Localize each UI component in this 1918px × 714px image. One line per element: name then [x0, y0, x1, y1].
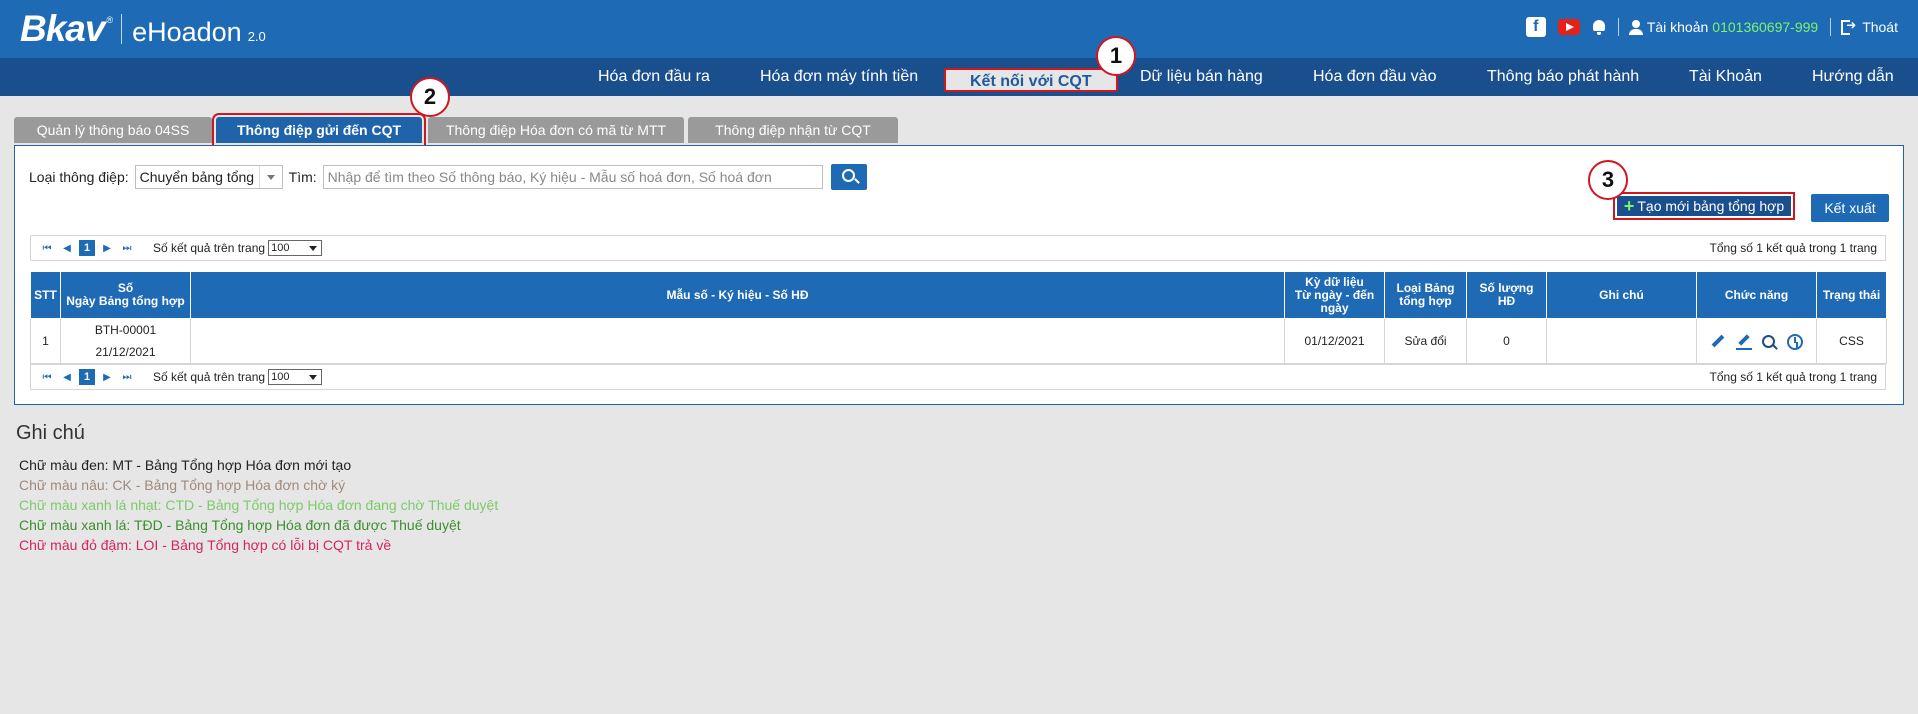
cell-stt: 1 [30, 318, 61, 364]
pager-bottom: ⏮ ◀ 1 ▶ ⏭ Số kết quả trên trang 100 Tổng… [30, 364, 1886, 390]
note-line: Chữ màu nâu: CK - Bảng Tổng hợp Hóa đơn … [19, 477, 346, 493]
account-label[interactable]: Tài khoản [1647, 19, 1708, 35]
product-name: eHoadon [132, 17, 242, 47]
table-row: 1 BTH-00001 21/12/2021 01/12/2021 Sửa đổi… [30, 318, 1887, 364]
note-line: Chữ màu đen: MT - Bảng Tổng hợp Hóa đơn … [19, 457, 352, 473]
message-type-select[interactable]: Chuyển bảng tổng [134, 165, 283, 189]
nav-item-du-lieu-ban-hang[interactable]: Dữ liệu bán hàng [1140, 62, 1263, 92]
per-page-label: Số kết quả trên trang [153, 241, 266, 255]
nav-item-tai-khoan[interactable]: Tài Khoản [1689, 62, 1762, 92]
nav-item-hoa-don-dau-vao[interactable]: Hóa đơn đầu vào [1313, 62, 1436, 92]
next-page-icon[interactable]: ▶ [99, 240, 115, 256]
first-page-icon[interactable]: ⏮ [39, 369, 55, 385]
cell-so-luong: 0 [1466, 318, 1547, 364]
col-ghi-chu: Ghi chú [1546, 271, 1697, 319]
header-divider [1617, 18, 1619, 36]
legend-notes: Ghi chú Chữ màu đen: MT - Bảng Tổng hợp … [16, 422, 498, 555]
create-summary-label: Tạo mới bảng tổng hợp [1637, 198, 1785, 214]
nav-item-huong-dan[interactable]: Hướng dẫn [1812, 62, 1894, 92]
summary-table: STT Số Ngày Bảng tổng hợp Mẫu số - Ký hiệ… [30, 271, 1887, 364]
main-nav: Hóa đơn đầu ra Hóa đơn máy tính tiền Kết… [0, 58, 1918, 96]
total-results: Tổng số 1 kết quả trong 1 trang [1709, 370, 1877, 384]
header-tools: f Tài khoản 0101360697-999 Thoát [1514, 17, 1898, 37]
col-so-luong: Số lượng HĐ [1466, 271, 1547, 319]
nav-item-hoa-don-may-tinh-tien[interactable]: Hóa đơn máy tính tiền [760, 62, 918, 92]
cell-trang-thai: CSS [1816, 318, 1887, 364]
logout-icon[interactable] [1841, 18, 1856, 35]
brand-name: Bkav [20, 8, 105, 49]
total-results: Tổng số 1 kết quả trong 1 trang [1709, 241, 1877, 255]
page-number[interactable]: 1 [79, 240, 95, 256]
message-type-label: Loại thông điệp: [29, 169, 129, 185]
pager-controls: ⏮ ◀ 1 ▶ ⏭ Số kết quả trên trang 100 [39, 369, 323, 385]
product-version: 2.0 [247, 29, 266, 44]
col-stt: STT [30, 271, 61, 319]
col-mau-so: Mẫu số - Ký hiệu - Số HĐ [190, 271, 1285, 319]
cell-ghi-chu [1546, 318, 1697, 364]
col-chuc-nang: Chức năng [1696, 271, 1817, 319]
header-divider [1830, 18, 1832, 36]
search-input[interactable] [322, 165, 823, 189]
col-so: Số Ngày Bảng tổng hợp [60, 271, 191, 319]
nav-item-hoa-don-dau-ra[interactable]: Hóa đơn đầu ra [598, 62, 710, 92]
last-page-icon[interactable]: ⏭ [119, 369, 135, 385]
youtube-icon[interactable] [1557, 19, 1580, 35]
app-logo[interactable]: Bkav ® eHoadon 2.0 [20, 8, 266, 50]
history-icon[interactable] [1786, 333, 1803, 350]
tab-thong-diep-nhan-cqt[interactable]: Thông điệp nhận từ CQT [688, 117, 898, 143]
account-value[interactable]: 0101360697-999 [1712, 19, 1818, 35]
note-line: Chữ màu xanh lá nhạt: CTD - Bảng Tổng hợ… [19, 497, 499, 513]
next-page-icon[interactable]: ▶ [99, 369, 115, 385]
step-badge-2: 2 [410, 77, 450, 117]
chevron-down-icon[interactable] [258, 166, 282, 188]
nav-item-thong-bao-phat-hanh[interactable]: Thông báo phát hành [1487, 62, 1639, 92]
cell-loai: Sửa đổi [1384, 318, 1467, 364]
registered-mark: ® [106, 15, 114, 25]
step-badge-1: 1 [1096, 36, 1136, 76]
pager-top: ⏮ ◀ 1 ▶ ⏭ Số kết quả trên trang 100 Tổng… [30, 235, 1886, 261]
cell-actions [1696, 318, 1817, 364]
page-number[interactable]: 1 [79, 369, 95, 385]
sign-icon[interactable] [1735, 334, 1752, 350]
create-summary-button[interactable]: + Tạo mới bảng tổng hợp [1613, 192, 1795, 220]
plus-icon: + [1623, 195, 1635, 216]
col-loai: Loại Bảng tổng hợp [1384, 271, 1467, 319]
note-line: Chữ màu đỏ đậm: LOI - Bảng Tổng hợp có l… [19, 537, 392, 553]
logo-divider [121, 14, 123, 44]
cell-ky: 01/12/2021 [1284, 318, 1385, 364]
tab-thong-diep-mtt[interactable]: Thông điệp Hóa đơn có mã từ MTT [428, 117, 684, 143]
filter-bar: Loại thông điệp: Chuyển bảng tổng Tìm: [29, 164, 867, 190]
per-page-select[interactable]: 100 [268, 240, 323, 256]
export-button[interactable]: Kết xuất [1811, 194, 1889, 222]
prev-page-icon[interactable]: ◀ [59, 240, 75, 256]
first-page-icon[interactable]: ⏮ [39, 240, 55, 256]
logout-link[interactable]: Thoát [1862, 19, 1898, 35]
notes-title: Ghi chú [16, 422, 85, 444]
top-header: Bkav ® eHoadon 2.0 f Tài khoản 010136069… [0, 0, 1918, 58]
message-type-value: Chuyển bảng tổng [139, 169, 255, 185]
view-icon[interactable] [1761, 334, 1777, 350]
pager-controls: ⏮ ◀ 1 ▶ ⏭ Số kết quả trên trang 100 [39, 240, 323, 256]
facebook-icon[interactable]: f [1525, 17, 1546, 37]
per-page-label: Số kết quả trên trang [153, 370, 266, 384]
cell-mau-so [190, 318, 1285, 364]
tab-quan-ly-thong-bao[interactable]: Quản lý thông báo 04SS [14, 117, 212, 143]
col-ky-du-lieu: Kỳ dữ liệu Từ ngày - đến ngày [1284, 271, 1385, 319]
table-header-row: STT Số Ngày Bảng tổng hợp Mẫu số - Ký hiệ… [30, 271, 1887, 319]
prev-page-icon[interactable]: ◀ [59, 369, 75, 385]
tab-thong-diep-gui-cqt[interactable]: Thông điệp gửi đến CQT [212, 113, 426, 147]
user-icon [1628, 19, 1643, 35]
col-trang-thai: Trạng thái [1816, 271, 1887, 319]
per-page-select[interactable]: 100 [268, 369, 323, 385]
last-page-icon[interactable]: ⏭ [119, 240, 135, 256]
note-line: Chữ màu xanh lá: TĐD - Bảng Tổng hợp Hóa… [19, 517, 461, 533]
step-badge-3: 3 [1588, 160, 1628, 200]
nav-item-ket-noi-cqt[interactable]: Kết nối với CQT [944, 68, 1118, 92]
bell-icon[interactable] [1592, 19, 1606, 35]
search-label: Tìm: [288, 169, 317, 185]
cell-so: BTH-00001 21/12/2021 [60, 318, 191, 364]
search-button[interactable] [830, 164, 867, 190]
edit-icon[interactable] [1710, 334, 1726, 350]
